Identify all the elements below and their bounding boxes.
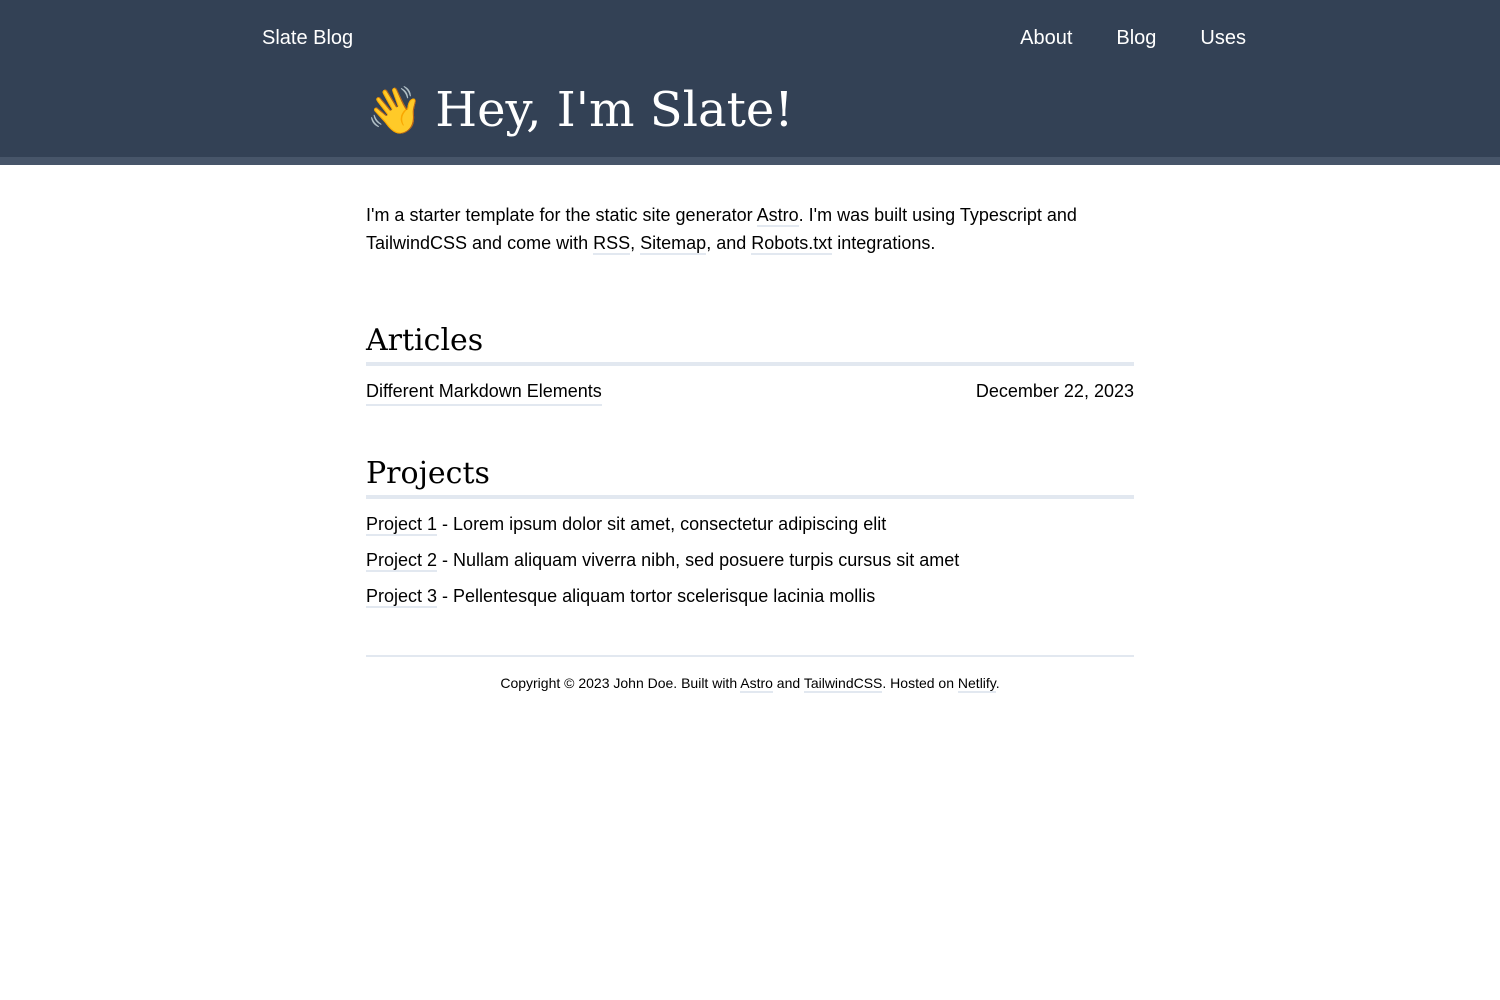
header-band <box>0 157 1500 165</box>
astro-link[interactable]: Astro <box>756 205 799 227</box>
articles-heading: Articles <box>366 323 1134 366</box>
article-row: Different Markdown Elements December 22,… <box>366 378 1134 406</box>
intro-text: integrations. <box>832 233 936 253</box>
project-description: - Nullam aliquam viverra nibh, sed posue… <box>437 550 960 570</box>
project-row: Project 1 - Lorem ipsum dolor sit amet, … <box>366 511 1134 537</box>
brand-link[interactable]: Slate Blog <box>262 27 353 50</box>
project-link[interactable]: Project 1 <box>366 514 438 536</box>
project-description: - Lorem ipsum dolor sit amet, consectetu… <box>437 514 887 534</box>
hero: 👋 Hey, I'm Slate! <box>366 86 794 134</box>
project-row: Project 3 - Pellentesque aliquam tortor … <box>366 583 1134 609</box>
sitemap-link[interactable]: Sitemap <box>640 233 707 255</box>
site-footer: Copyright © 2023 John Doe. Built with As… <box>366 655 1134 693</box>
main-nav: About Blog Uses <box>1020 27 1246 50</box>
intro-text: I'm a starter template for the static si… <box>366 205 757 225</box>
intro-text: , <box>630 233 641 253</box>
article-link[interactable]: Different Markdown Elements <box>366 378 602 406</box>
project-link[interactable]: Project 3 <box>366 586 438 608</box>
project-row: Project 2 - Nullam aliquam viverra nibh,… <box>366 547 1134 573</box>
waving-hand-icon: 👋 <box>366 84 424 136</box>
articles-section: Articles Different Markdown Elements Dec… <box>366 323 1134 406</box>
site-header: Slate Blog About Blog Uses 👋 Hey, I'm Sl… <box>0 0 1500 157</box>
footer-astro-link[interactable]: Astro <box>740 675 773 693</box>
footer-netlify-link[interactable]: Netlify <box>957 675 996 693</box>
project-description: - Pellentesque aliquam tortor scelerisqu… <box>437 586 876 606</box>
footer-text: . <box>995 675 1000 691</box>
nav-about[interactable]: About <box>1020 27 1072 50</box>
rss-link[interactable]: RSS <box>593 233 631 255</box>
intro-paragraph: I'm a starter template for the static si… <box>366 201 1134 257</box>
footer-text: Copyright © 2023 John Doe. Built with <box>500 675 741 691</box>
nav-blog[interactable]: Blog <box>1116 27 1156 50</box>
main-content: I'm a starter template for the static si… <box>366 201 1134 693</box>
intro-text: , and <box>706 233 752 253</box>
projects-section: Projects Project 1 - Lorem ipsum dolor s… <box>366 456 1134 609</box>
robots-link[interactable]: Robots.txt <box>751 233 833 255</box>
project-link[interactable]: Project 2 <box>366 550 438 572</box>
footer-text: and <box>772 675 804 691</box>
nav-uses[interactable]: Uses <box>1200 27 1246 50</box>
hero-title: Hey, I'm Slate! <box>435 82 794 138</box>
projects-heading: Projects <box>366 456 1134 499</box>
footer-text: . Hosted on <box>882 675 958 691</box>
footer-tailwind-link[interactable]: TailwindCSS <box>803 675 883 693</box>
article-date: December 22, 2023 <box>975 381 1134 401</box>
